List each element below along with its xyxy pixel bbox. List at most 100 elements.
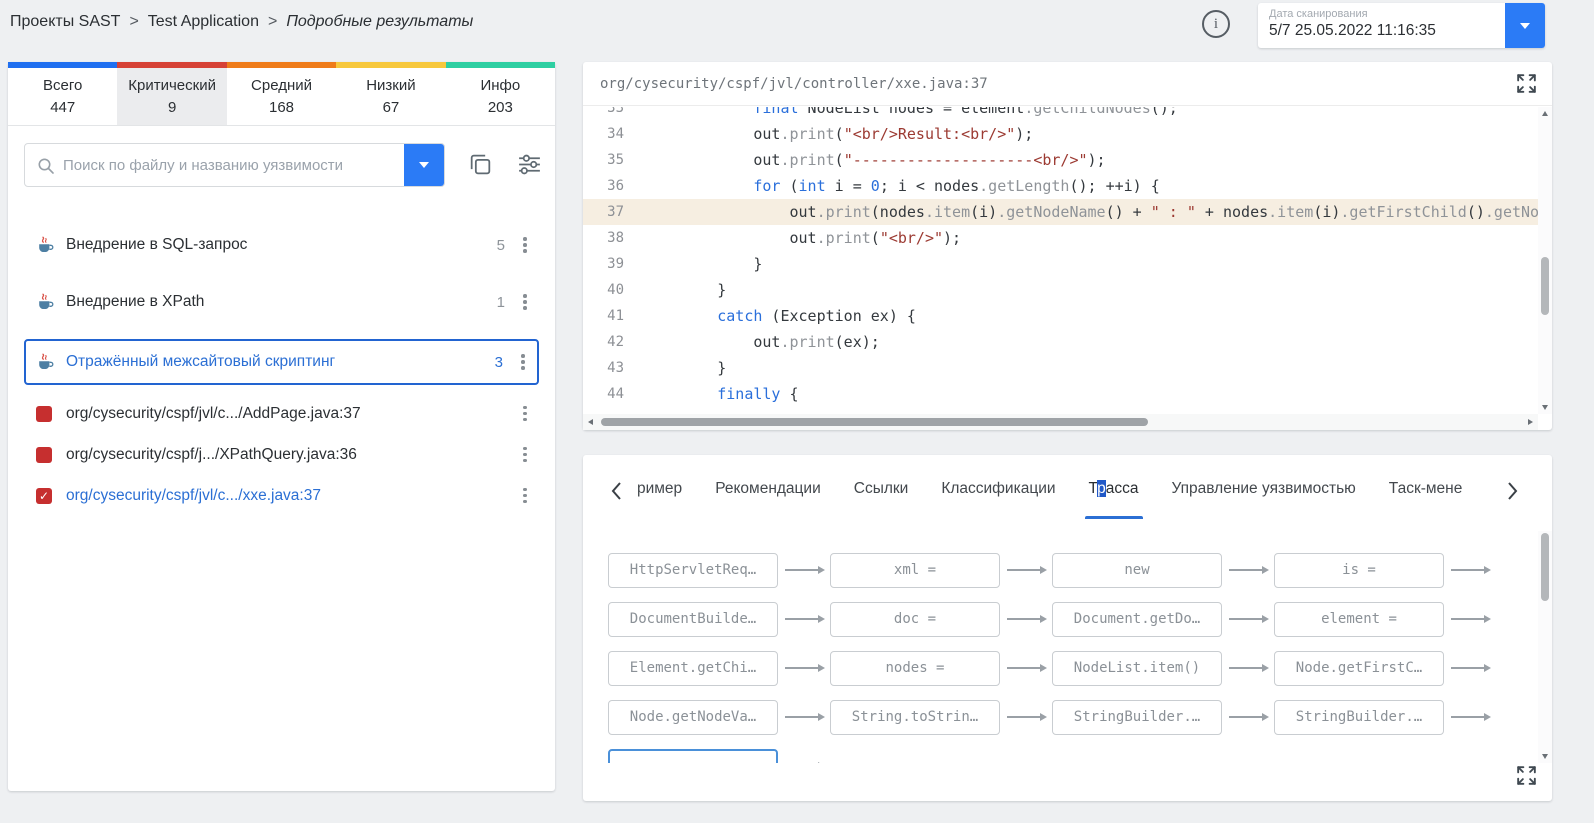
check-glyph: ✓ — [38, 488, 50, 503]
breadcrumb-item[interactable]: Проекты SAST — [10, 13, 120, 31]
trace-node[interactable]: StringBuilder.… — [1274, 699, 1444, 735]
trace-node[interactable]: xml = — [830, 552, 1000, 588]
code-line: 41 catch (Exception ex) { — [583, 303, 1538, 329]
severity-tab-total[interactable]: Всего 447 — [8, 62, 118, 125]
scrollbar-thumb[interactable] — [601, 418, 1148, 426]
trace-node[interactable]: NodeList.item() — [1052, 650, 1222, 686]
trace-node[interactable]: StringBuilder.… — [1052, 699, 1222, 735]
code-line: 39 } — [583, 251, 1538, 277]
arrow-right-icon — [785, 664, 825, 672]
trace-node[interactable]: Node.getNodeVa… — [608, 699, 778, 735]
list-item-label: Отражённый межсайтовый скриптинг — [66, 353, 336, 370]
vulnerability-file-item[interactable]: ✓ org/cysecurity/cspf/jvl/c.../xxe.java:3… — [24, 475, 539, 516]
list-item-count: 1 — [496, 293, 505, 311]
severity-tab-count: 447 — [50, 99, 76, 116]
severity-tab-low[interactable]: Низкий 67 — [336, 62, 446, 125]
scroll-down-icon[interactable] — [1541, 405, 1548, 410]
severity-tab-medium[interactable]: Средний 168 — [226, 62, 337, 125]
trace-node[interactable]: Element.getChi… — [608, 650, 778, 686]
java-icon — [36, 353, 66, 372]
severity-tab-critical[interactable]: Критический 9 — [117, 62, 227, 125]
list-item-label: org/cysecurity/cspf/jvl/c.../xxe.java:37 — [66, 486, 321, 504]
search-box[interactable] — [24, 143, 445, 187]
code-horizontal-scrollbar[interactable] — [583, 414, 1538, 430]
code-vertical-scrollbar[interactable] — [1538, 107, 1552, 414]
kebab-menu-icon[interactable] — [517, 233, 533, 258]
line-number: 42 — [607, 334, 624, 350]
severity-color-strip — [226, 62, 337, 68]
search-row — [24, 143, 543, 187]
trace-node[interactable]: element = — [1274, 601, 1444, 637]
vulnerability-group-item[interactable]: Внедрение в XPath 1 — [24, 282, 539, 322]
code-line: 33 final NodeList nodes = element.getChi… — [583, 107, 1538, 121]
arrow-right-icon — [785, 615, 825, 623]
search-input[interactable] — [63, 145, 399, 185]
kebab-menu-icon[interactable] — [517, 483, 533, 508]
search-dropdown-button[interactable] — [404, 144, 444, 186]
scroll-up-icon[interactable] — [1541, 111, 1548, 116]
kebab-menu-icon[interactable] — [515, 350, 531, 375]
trace-node[interactable]: Node.getFirstC… — [1274, 650, 1444, 686]
filter-settings-button[interactable] — [516, 151, 543, 179]
arrow-right-icon — [1451, 566, 1491, 574]
trace-node[interactable]: Document.getDo… — [1052, 601, 1222, 637]
sliders-icon — [516, 154, 543, 181]
code-line: 35 out.print("--------------------<br/>"… — [583, 147, 1538, 173]
breadcrumb-item[interactable]: Test Application — [148, 13, 259, 31]
detail-tab[interactable]: ример — [637, 455, 682, 519]
vulnerability-file-item[interactable]: org/cysecurity/cspf/j.../XPathQuery.java… — [24, 434, 539, 475]
scan-date-dropdown-button[interactable] — [1505, 3, 1545, 48]
line-number: 35 — [607, 152, 624, 168]
details-panel: ример Рекомендации Ссылки Классификации Трас… — [583, 455, 1552, 801]
scroll-left-icon[interactable] — [588, 418, 593, 425]
trace-node[interactable]: is = — [1274, 552, 1444, 588]
text-selection: р — [1097, 480, 1106, 497]
trace-node[interactable] — [608, 748, 778, 763]
kebab-menu-icon[interactable] — [517, 442, 533, 467]
detail-tabs: ример Рекомендации Ссылки Классификации Трас… — [637, 455, 1490, 519]
severity-tabs: Всего 447 Критический 9 Средний 168 Низкий 67 Ин… — [8, 62, 556, 126]
severity-tab-info[interactable]: Инфо 203 — [445, 62, 556, 125]
detail-tab[interactable]: Управление уязвимостью — [1172, 455, 1356, 519]
scroll-right-icon[interactable] — [1528, 418, 1533, 425]
fullscreen-icon[interactable] — [1514, 763, 1539, 793]
dropdown-arrow-icon — [419, 162, 429, 168]
trace-node[interactable]: doc = — [830, 601, 1000, 637]
detail-tab[interactable]: Трасса — [1084, 455, 1143, 519]
scroll-down-icon[interactable] — [1541, 754, 1548, 759]
trace-node[interactable]: DocumentBuilde… — [608, 601, 778, 637]
fullscreen-icon[interactable] — [1514, 71, 1539, 101]
info-icon[interactable]: i — [1202, 10, 1230, 38]
severity-tab-label: Средний — [251, 77, 312, 94]
details-vertical-scrollbar[interactable] — [1538, 531, 1552, 763]
scrollbar-thumb[interactable] — [1541, 533, 1549, 601]
tabs-scroll-right-icon[interactable] — [1507, 481, 1519, 506]
kebab-menu-icon[interactable] — [517, 401, 533, 426]
severity-tab-count: 168 — [269, 99, 295, 116]
scrollbar-thumb[interactable] — [1541, 257, 1549, 315]
detail-tab[interactable]: Классификации — [941, 455, 1055, 519]
detail-tab[interactable]: Таск-мене — [1389, 455, 1463, 519]
save-filter-button[interactable] — [467, 151, 494, 179]
vulnerability-list: Внедрение в SQL-запрос 5 Внедрение в XPath… — [24, 225, 539, 516]
red-checkbox-icon[interactable]: ✓ — [36, 487, 52, 504]
trace-node[interactable]: nodes = — [830, 650, 1000, 686]
detail-tab[interactable]: Рекомендации — [715, 455, 821, 519]
vulnerability-group-item[interactable]: Отражённый межсайтовый скриптинг 3 — [24, 339, 539, 385]
trace-node[interactable]: new — [1052, 552, 1222, 588]
vulnerability-file-item[interactable]: org/cysecurity/cspf/jvl/c.../AddPage.jav… — [24, 393, 539, 434]
tabs-scroll-left-icon[interactable] — [610, 481, 622, 506]
scan-date-label: Дата сканирования — [1269, 8, 1368, 20]
trace-node[interactable]: HttpServletReq… — [608, 552, 778, 588]
severity-critical-icon — [36, 405, 66, 422]
detail-tab[interactable]: Ссылки — [854, 455, 909, 519]
arrow-right-icon — [1007, 713, 1047, 721]
scan-date-picker[interactable]: Дата сканирования 5/7 25.05.2022 11:16:3… — [1258, 3, 1545, 48]
list-item-label: org/cysecurity/cspf/j.../XPathQuery.java… — [66, 445, 357, 463]
breadcrumb-separator: > — [129, 13, 139, 30]
trace-node[interactable]: String.toStrin… — [830, 699, 1000, 735]
kebab-menu-icon[interactable] — [517, 290, 533, 315]
red-square-icon — [36, 405, 52, 422]
code-text: } — [645, 281, 727, 299]
vulnerability-group-item[interactable]: Внедрение в SQL-запрос 5 — [24, 225, 539, 265]
